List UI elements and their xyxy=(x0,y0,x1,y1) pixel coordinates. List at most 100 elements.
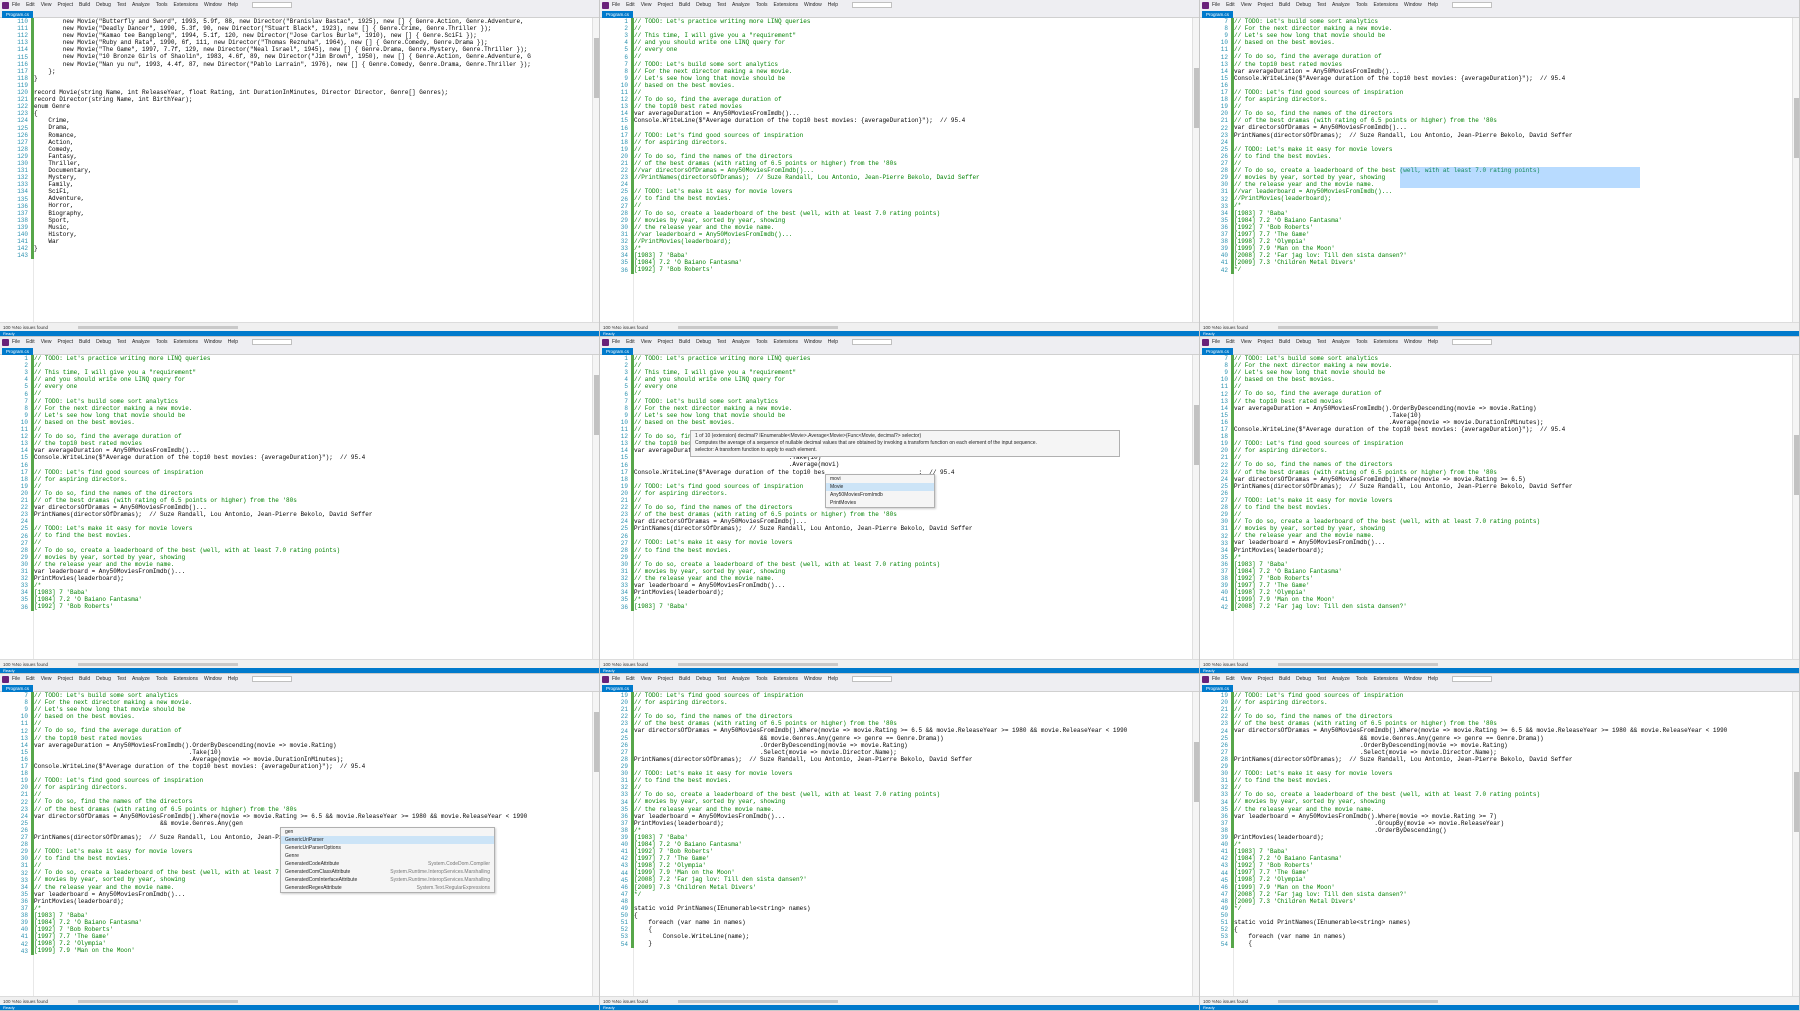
menu-item[interactable]: Window xyxy=(1404,2,1422,8)
menu-item[interactable]: Debug xyxy=(1296,676,1311,682)
code-area[interactable]: // TODO: Let's practice writing more LIN… xyxy=(34,355,599,659)
code-editor[interactable]: 1 2 3 4 5 6 7 8 9 10 11 12 13 14 15 16 17 18 19 20 21 22 23 24 2… xyxy=(600,18,1199,322)
menu-item[interactable]: Tools xyxy=(1356,676,1368,682)
tab-program-cs[interactable]: Program.cs xyxy=(2,348,34,355)
menu-item[interactable]: Analyze xyxy=(1332,339,1350,345)
horizontal-scrollbar[interactable] xyxy=(678,325,839,329)
menu-item[interactable]: Analyze xyxy=(1332,2,1350,8)
scrollbar-thumb[interactable] xyxy=(1194,405,1199,465)
menu-item[interactable]: View xyxy=(1241,2,1252,8)
search-input[interactable] xyxy=(252,2,293,8)
menu-item[interactable]: Project xyxy=(1257,676,1273,682)
menu-item[interactable]: Edit xyxy=(26,676,35,682)
menu-item[interactable]: File xyxy=(1212,676,1220,682)
menu-item[interactable]: Build xyxy=(1279,339,1290,345)
menu-item[interactable]: Project xyxy=(1257,339,1273,345)
menu-item[interactable]: Build xyxy=(79,676,90,682)
vertical-scrollbar[interactable] xyxy=(592,692,599,996)
zoom-level[interactable]: 100 % xyxy=(1203,325,1216,330)
code-area[interactable]: // TODO: Let's find good sources of insp… xyxy=(1234,692,1799,996)
search-input[interactable] xyxy=(252,676,293,682)
menu-item[interactable]: Build xyxy=(679,676,690,682)
vertical-scrollbar[interactable] xyxy=(592,355,599,659)
menu-item[interactable]: Extensions xyxy=(1374,2,1398,8)
menu-item[interactable]: File xyxy=(612,339,620,345)
menu-item[interactable]: Tools xyxy=(1356,2,1368,8)
completion-item[interactable]: GeneratedCodeAttribute System.CodeDom.Com… xyxy=(281,860,494,868)
menu-item[interactable]: Debug xyxy=(1296,2,1311,8)
menu-item[interactable]: Edit xyxy=(26,2,35,8)
completion-item[interactable]: PrintMovies xyxy=(826,499,934,507)
tab-program-cs[interactable]: Program.cs xyxy=(2,11,34,18)
search-input[interactable] xyxy=(852,2,893,8)
tab-program-cs[interactable]: Program.cs xyxy=(1202,685,1234,692)
menu-item[interactable]: File xyxy=(1212,339,1220,345)
issues-indicator[interactable]: No issues found xyxy=(1216,999,1248,1004)
completion-item[interactable]: GenericUriParserOptions xyxy=(281,844,494,852)
menu-item[interactable]: Extensions xyxy=(174,2,198,8)
code-area[interactable]: // TODO: Let's practice writing more LIN… xyxy=(634,18,1199,322)
menu-item[interactable]: Extensions xyxy=(774,339,798,345)
menu-item[interactable]: Build xyxy=(1279,2,1290,8)
issues-indicator[interactable]: No issues found xyxy=(16,662,48,667)
horizontal-scrollbar[interactable] xyxy=(1278,999,1439,1003)
intellisense-completion-list[interactable]: gen GenericUriParser GenericUriParserOptio… xyxy=(280,826,495,893)
menu-item[interactable]: Test xyxy=(117,676,126,682)
menu-item[interactable]: Window xyxy=(804,2,822,8)
search-input[interactable] xyxy=(252,339,293,345)
code-editor[interactable]: 19 20 21 22 23 24 25 26 27 28 29 30 31 32 33 34 35 36 37 38… xyxy=(600,692,1199,996)
menu-item[interactable]: Analyze xyxy=(1332,676,1350,682)
menu-item[interactable]: Window xyxy=(1404,339,1422,345)
menu-item[interactable]: Debug xyxy=(96,339,111,345)
horizontal-scrollbar[interactable] xyxy=(1278,325,1439,329)
menu-item[interactable]: Window xyxy=(1404,676,1422,682)
menu-item[interactable]: Build xyxy=(679,339,690,345)
menu-item[interactable]: Window xyxy=(804,676,822,682)
issues-indicator[interactable]: No issues found xyxy=(616,999,648,1004)
menu-item[interactable]: Project xyxy=(57,676,73,682)
search-input[interactable] xyxy=(1452,339,1493,345)
code-editor[interactable]: 19 20 21 22 23 24 25 26 27 28 29 30 31 32 33 34 35 36 37 38… xyxy=(1200,692,1799,996)
issues-indicator[interactable]: No issues found xyxy=(616,325,648,330)
zoom-level[interactable]: 100 % xyxy=(3,662,16,667)
vertical-scrollbar[interactable] xyxy=(1792,355,1799,659)
menu-item[interactable]: Debug xyxy=(1296,339,1311,345)
menu-item[interactable]: Edit xyxy=(1226,339,1235,345)
menu-item[interactable]: View xyxy=(41,2,52,8)
menu-item[interactable]: Window xyxy=(804,339,822,345)
menu-item[interactable]: Project xyxy=(57,2,73,8)
menu-item[interactable]: Project xyxy=(657,2,673,8)
completion-item[interactable]: GeneratedComInterfaceAttribute System.Run… xyxy=(281,876,494,884)
code-editor[interactable]: 110 111 112 113 114 115 116 117 118 119 120 121 122 1… xyxy=(0,18,599,322)
scrollbar-thumb[interactable] xyxy=(594,375,599,435)
menu-item[interactable]: Edit xyxy=(626,676,635,682)
code-area[interactable]: // TODO: Let's build some sort analytics… xyxy=(1234,355,1799,659)
completion-item[interactable]: GenericUriParser xyxy=(281,835,494,844)
menu-item[interactable]: Help xyxy=(228,676,238,682)
vertical-scrollbar[interactable] xyxy=(592,18,599,322)
horizontal-scrollbar[interactable] xyxy=(78,662,239,666)
completion-item[interactable]: GeneratedComClassAttribute System.Runtime… xyxy=(281,868,494,876)
completion-item[interactable]: Movie xyxy=(826,483,934,492)
menu-item[interactable]: File xyxy=(612,676,620,682)
vertical-scrollbar[interactable] xyxy=(1192,18,1199,322)
menu-item[interactable]: View xyxy=(41,339,52,345)
tab-program-cs[interactable]: Program.cs xyxy=(602,348,634,355)
tab-program-cs[interactable]: Program.cs xyxy=(2,685,34,692)
tab-program-cs[interactable]: Program.cs xyxy=(1202,11,1234,18)
menu-item[interactable]: Analyze xyxy=(732,2,750,8)
vertical-scrollbar[interactable] xyxy=(1792,18,1799,322)
scrollbar-thumb[interactable] xyxy=(1194,742,1199,802)
completion-item[interactable]: Any50MoviesFromImdb xyxy=(826,491,934,499)
menu-item[interactable]: Test xyxy=(717,2,726,8)
horizontal-scrollbar[interactable] xyxy=(678,662,839,666)
menu-item[interactable]: Edit xyxy=(626,339,635,345)
menu-item[interactable]: Tools xyxy=(756,339,768,345)
menu-item[interactable]: Debug xyxy=(696,676,711,682)
tab-program-cs[interactable]: Program.cs xyxy=(1202,348,1234,355)
menu-item[interactable]: Window xyxy=(204,2,222,8)
menu-item[interactable]: Window xyxy=(204,339,222,345)
search-input[interactable] xyxy=(1452,2,1493,8)
code-area[interactable]: // TODO: Let's find good sources of insp… xyxy=(634,692,1199,996)
scrollbar-thumb[interactable] xyxy=(594,712,599,772)
